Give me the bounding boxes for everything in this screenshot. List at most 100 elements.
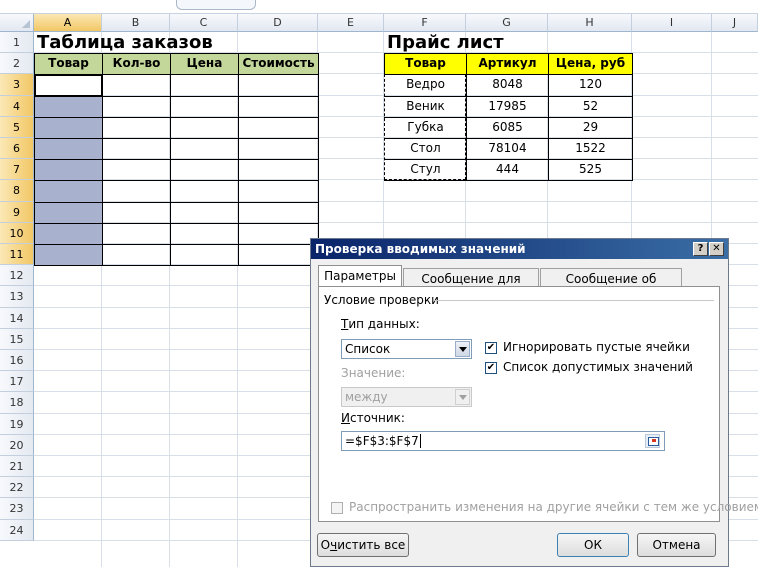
price-cell[interactable]: 29 (548, 116, 633, 139)
chevron-down-icon[interactable] (455, 341, 470, 357)
row-header-22[interactable]: 22 (0, 477, 34, 499)
orders-header-1[interactable]: Кол-во (102, 53, 171, 76)
column-header-j[interactable]: J (712, 14, 758, 32)
data-type-select[interactable]: Список (341, 339, 472, 359)
orders-cell[interactable] (34, 138, 103, 161)
orders-cell[interactable] (170, 138, 239, 161)
column-header-i[interactable]: I (632, 14, 712, 32)
row-header-15[interactable]: 15 (0, 328, 34, 350)
row-header-16[interactable]: 16 (0, 350, 34, 372)
orders-header-3[interactable]: Стоимость (238, 53, 319, 76)
orders-cell[interactable] (238, 138, 319, 161)
row-header-3[interactable]: 3 (0, 74, 34, 96)
row-header-7[interactable]: 7 (0, 159, 34, 181)
orders-cell[interactable] (170, 201, 239, 224)
orders-cell[interactable] (102, 244, 171, 267)
price-cell[interactable]: 52 (548, 95, 633, 118)
price-header-0[interactable]: Товар (384, 53, 467, 76)
orders-cell[interactable] (34, 180, 103, 203)
row-header-13[interactable]: 13 (0, 286, 34, 308)
orders-cell[interactable] (34, 159, 103, 182)
orders-cell[interactable] (238, 95, 319, 118)
row-header-24[interactable]: 24 (0, 519, 34, 541)
price-cell[interactable]: 120 (548, 74, 633, 97)
price-header-1[interactable]: Артикул (466, 53, 549, 76)
orders-cell[interactable] (34, 116, 103, 139)
orders-cell[interactable] (170, 180, 239, 203)
price-cell[interactable]: 1522 (548, 138, 633, 161)
orders-cell[interactable] (170, 74, 239, 97)
column-header-d[interactable]: D (238, 14, 318, 32)
in-cell-dropdown-checkbox[interactable]: ✔ (485, 362, 497, 374)
orders-cell[interactable] (170, 159, 239, 182)
orders-cell[interactable] (238, 244, 319, 267)
row-header-23[interactable]: 23 (0, 498, 34, 520)
orders-cell[interactable] (102, 138, 171, 161)
row-header-1[interactable]: 1 (0, 32, 34, 54)
orders-cell[interactable] (238, 74, 319, 97)
orders-cell[interactable] (102, 116, 171, 139)
row-header-11[interactable]: 11 (0, 244, 34, 266)
price-cell[interactable]: 444 (466, 159, 549, 182)
orders-title[interactable]: Таблица заказов (34, 32, 294, 53)
price-cell[interactable]: 17985 (466, 95, 549, 118)
row-header-18[interactable]: 18 (0, 392, 34, 414)
orders-header-0[interactable]: Товар (34, 53, 103, 76)
orders-cell[interactable] (102, 222, 171, 245)
row-header-8[interactable]: 8 (0, 180, 34, 202)
price-cell[interactable]: 6085 (466, 116, 549, 139)
row-header-9[interactable]: 9 (0, 201, 34, 223)
row-header-2[interactable]: 2 (0, 53, 34, 75)
formula-input-fragment[interactable] (176, 0, 256, 10)
orders-cell[interactable] (102, 180, 171, 203)
orders-cell[interactable] (238, 201, 319, 224)
select-all-corner[interactable] (0, 14, 34, 32)
column-header-e[interactable]: E (318, 14, 384, 32)
orders-cell[interactable] (238, 180, 319, 203)
ignore-blank-checkbox[interactable]: ✔ (485, 342, 497, 354)
orders-cell[interactable] (34, 222, 103, 245)
row-header-10[interactable]: 10 (0, 222, 34, 244)
orders-cell[interactable] (102, 159, 171, 182)
cancel-button[interactable]: Отмена (637, 533, 716, 557)
row-header-6[interactable]: 6 (0, 138, 34, 160)
orders-cell[interactable] (238, 222, 319, 245)
orders-cell[interactable] (34, 201, 103, 224)
orders-cell[interactable] (34, 244, 103, 267)
price-list-title[interactable]: Прайс лист (384, 32, 584, 53)
orders-cell[interactable] (102, 201, 171, 224)
orders-cell[interactable] (170, 116, 239, 139)
row-header-21[interactable]: 21 (0, 456, 34, 478)
orders-cell[interactable] (34, 95, 103, 118)
column-header-b[interactable]: B (102, 14, 170, 32)
help-button[interactable]: ? (693, 242, 708, 256)
row-header-19[interactable]: 19 (0, 413, 34, 435)
column-header-f[interactable]: F (384, 14, 466, 32)
orders-cell[interactable] (102, 74, 171, 97)
column-header-h[interactable]: H (548, 14, 632, 32)
source-input[interactable]: =$F$3:$F$7 (341, 431, 665, 451)
row-header-5[interactable]: 5 (0, 116, 34, 138)
row-header-4[interactable]: 4 (0, 95, 34, 117)
orders-header-2[interactable]: Цена (170, 53, 239, 76)
copy-marquee-f3-f7[interactable] (384, 74, 466, 181)
price-cell[interactable]: 78104 (466, 138, 549, 161)
column-header-c[interactable]: C (170, 14, 238, 32)
row-header-14[interactable]: 14 (0, 307, 34, 329)
close-button[interactable]: ✕ (709, 242, 724, 256)
orders-cell[interactable] (170, 95, 239, 118)
orders-cell[interactable] (238, 116, 319, 139)
price-header-2[interactable]: Цена, руб (548, 53, 633, 76)
orders-cell[interactable] (170, 222, 239, 245)
orders-cell[interactable] (102, 95, 171, 118)
orders-cell[interactable] (170, 244, 239, 267)
row-header-20[interactable]: 20 (0, 434, 34, 456)
row-header-17[interactable]: 17 (0, 371, 34, 393)
price-cell[interactable]: 525 (548, 159, 633, 182)
collapse-dialog-icon[interactable] (645, 434, 660, 448)
row-header-12[interactable]: 12 (0, 265, 34, 287)
price-cell[interactable]: 8048 (466, 74, 549, 97)
active-cell-a3[interactable] (34, 74, 103, 97)
clear-all-button[interactable]: Очистить все (317, 533, 409, 557)
column-header-g[interactable]: G (466, 14, 548, 32)
